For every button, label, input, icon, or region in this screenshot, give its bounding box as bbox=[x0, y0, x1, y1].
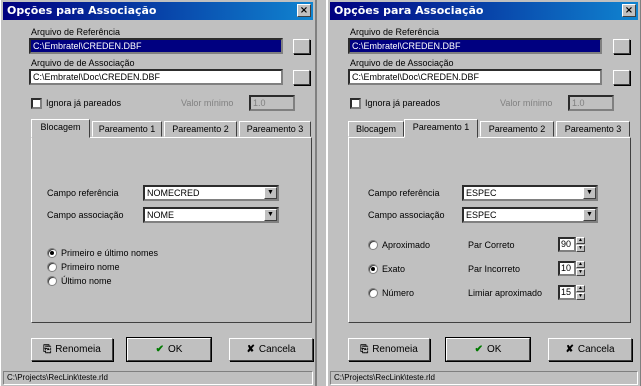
tab-pareamento-2[interactable]: Pareamento 2 bbox=[480, 121, 554, 137]
limiar-spinner[interactable]: 15 ▲ ▼ bbox=[558, 285, 585, 300]
radio-label: Primeiro e último nomes bbox=[61, 248, 159, 258]
status-bar: C:\Projects\RecLink\teste.rld bbox=[330, 371, 638, 385]
chevron-down-icon: ▼ bbox=[264, 209, 277, 221]
spin-down-icon[interactable]: ▼ bbox=[576, 245, 585, 252]
checkmark-icon: ✔ bbox=[474, 344, 483, 355]
renomeia-button[interactable]: ⎘ Renomeia bbox=[31, 338, 113, 361]
campo-ref-select[interactable]: ESPEC ▼ bbox=[462, 185, 598, 201]
par-incorreto-label: Par Incorreto bbox=[468, 264, 521, 274]
cancela-button[interactable]: ✘ Cancela bbox=[548, 338, 632, 361]
limiar-label: Limiar aproximado bbox=[468, 288, 543, 298]
tab-strip: Blocagem Pareamento 1 Pareamento 2 Parea… bbox=[348, 119, 630, 138]
valor-minimo-label: Valor mínimo bbox=[500, 98, 553, 108]
valor-minimo-label: Valor mínimo bbox=[181, 98, 234, 108]
tab-pareamento-1[interactable]: Pareamento 1 bbox=[404, 119, 478, 138]
ok-button[interactable]: ✔ OK bbox=[126, 337, 212, 362]
spin-up-icon[interactable]: ▲ bbox=[576, 261, 585, 268]
tab-pareamento-3[interactable]: Pareamento 3 bbox=[556, 121, 630, 137]
title-bar: Opções para Associação × bbox=[330, 2, 638, 20]
window-title: Opções para Associação bbox=[7, 4, 157, 17]
par-incorreto-value[interactable]: 10 bbox=[558, 261, 576, 276]
renomeia-button[interactable]: ⎘ Renomeia bbox=[348, 338, 430, 361]
par-incorreto-spinner[interactable]: 10 ▲ ▼ bbox=[558, 261, 585, 276]
browse-assoc-button[interactable] bbox=[293, 70, 310, 85]
par-correto-spinner[interactable]: 90 ▲ ▼ bbox=[558, 237, 585, 252]
window-title: Opções para Associação bbox=[334, 4, 484, 17]
browse-ref-button[interactable] bbox=[293, 39, 310, 54]
rename-icon: ⎘ bbox=[360, 344, 369, 355]
radio-primeiro[interactable] bbox=[47, 262, 57, 272]
radio-aproximado[interactable] bbox=[368, 240, 378, 250]
status-bar: C:\Projects\RecLink\teste.rld bbox=[3, 371, 313, 385]
radio-label: Aproximado bbox=[382, 240, 431, 250]
ref-file-field[interactable]: C:\Embratel\CREDEN.DBF bbox=[348, 38, 602, 54]
radio-primeiro-ultimo[interactable] bbox=[47, 248, 57, 258]
campo-assoc-select[interactable]: ESPEC ▼ bbox=[462, 207, 598, 223]
ok-button[interactable]: ✔ OK bbox=[445, 337, 531, 362]
limiar-value[interactable]: 15 bbox=[558, 285, 576, 300]
radio-exato[interactable] bbox=[368, 264, 378, 274]
ref-file-label: Arquivo de Referência bbox=[31, 27, 121, 37]
campo-ref-select[interactable]: NOMECRED ▼ bbox=[143, 185, 279, 201]
rename-icon: ⎘ bbox=[43, 344, 52, 355]
tab-pareamento-3[interactable]: Pareamento 3 bbox=[239, 121, 311, 137]
close-icon[interactable]: × bbox=[622, 4, 636, 17]
chevron-down-icon: ▼ bbox=[264, 187, 277, 199]
par-correto-value[interactable]: 90 bbox=[558, 237, 576, 252]
separator bbox=[316, 0, 327, 386]
ref-file-field[interactable]: C:\Embratel\CREDEN.DBF bbox=[29, 38, 283, 54]
radio-numero[interactable] bbox=[368, 288, 378, 298]
ref-file-label: Arquivo de Referência bbox=[350, 27, 440, 37]
tab-pareamento-2[interactable]: Pareamento 2 bbox=[164, 121, 237, 137]
par-correto-label: Par Correto bbox=[468, 240, 515, 250]
valor-minimo-field[interactable]: 1.0 bbox=[568, 95, 614, 111]
assoc-file-field[interactable]: C:\Embratel\Doc\CREDEN.DBF bbox=[29, 69, 283, 85]
dialog-left: Opções para Associação × Arquivo de Refe… bbox=[0, 0, 316, 386]
ignora-checkbox[interactable] bbox=[350, 98, 361, 109]
radio-label: Exato bbox=[382, 264, 406, 274]
assoc-file-label: Arquivo de de Associação bbox=[350, 58, 454, 68]
radio-label: Número bbox=[382, 288, 415, 298]
tab-panel bbox=[31, 137, 312, 323]
ignora-label: Ignora já pareados bbox=[46, 98, 122, 108]
campo-ref-label: Campo referência bbox=[368, 188, 440, 198]
spin-down-icon[interactable]: ▼ bbox=[576, 269, 585, 276]
title-bar: Opções para Associação × bbox=[3, 2, 313, 20]
campo-assoc-select[interactable]: NOME ▼ bbox=[143, 207, 279, 223]
checkmark-icon: ✔ bbox=[155, 344, 164, 355]
cancela-button[interactable]: ✘ Cancela bbox=[229, 338, 313, 361]
ignora-label: Ignora já pareados bbox=[365, 98, 441, 108]
tab-pareamento-1[interactable]: Pareamento 1 bbox=[92, 121, 162, 137]
spin-down-icon[interactable]: ▼ bbox=[576, 293, 585, 300]
campo-assoc-label: Campo associação bbox=[368, 210, 445, 220]
chevron-down-icon: ▼ bbox=[583, 187, 596, 199]
browse-assoc-button[interactable] bbox=[613, 70, 630, 85]
x-icon: ✘ bbox=[565, 344, 574, 355]
spin-up-icon[interactable]: ▲ bbox=[576, 237, 585, 244]
assoc-file-label: Arquivo de de Associação bbox=[31, 58, 135, 68]
close-icon[interactable]: × bbox=[297, 4, 311, 17]
browse-ref-button[interactable] bbox=[613, 39, 630, 54]
ignora-checkbox[interactable] bbox=[31, 98, 42, 109]
chevron-down-icon: ▼ bbox=[583, 209, 596, 221]
tab-blocagem[interactable]: Blocagem bbox=[31, 119, 90, 138]
campo-assoc-label: Campo associação bbox=[47, 210, 124, 220]
tab-strip: Blocagem Pareamento 1 Pareamento 2 Parea… bbox=[31, 119, 311, 138]
valor-minimo-field[interactable]: 1.0 bbox=[249, 95, 295, 111]
dialog-right: Opções para Associação × Arquivo de Refe… bbox=[327, 0, 641, 386]
radio-ultimo[interactable] bbox=[47, 276, 57, 286]
spin-up-icon[interactable]: ▲ bbox=[576, 285, 585, 292]
x-icon: ✘ bbox=[246, 344, 255, 355]
assoc-file-field[interactable]: C:\Embratel\Doc\CREDEN.DBF bbox=[348, 69, 602, 85]
radio-label: Último nome bbox=[61, 276, 112, 286]
radio-label: Primeiro nome bbox=[61, 262, 120, 272]
campo-ref-label: Campo referência bbox=[47, 188, 119, 198]
tab-blocagem[interactable]: Blocagem bbox=[348, 121, 404, 137]
